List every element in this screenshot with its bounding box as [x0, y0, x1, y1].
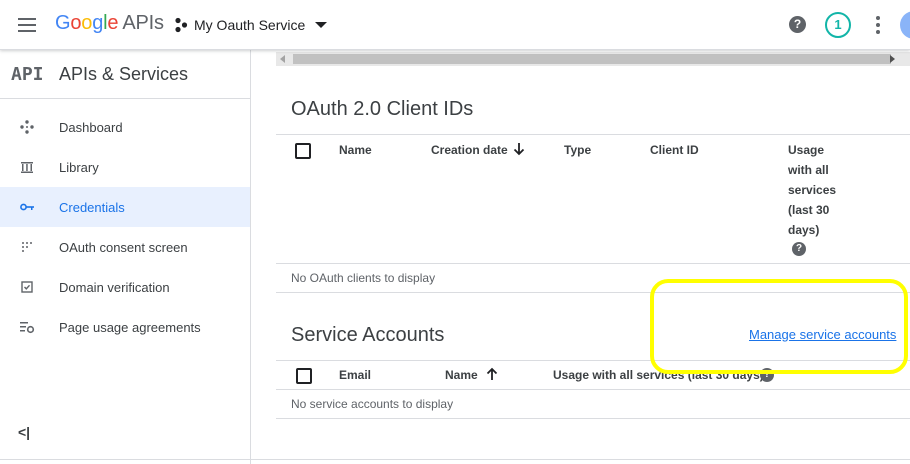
sidebar-nav: Dashboard Library Credentials OAuth cons… [0, 99, 250, 347]
sidebar-item-oauth-consent[interactable]: OAuth consent screen [0, 227, 250, 267]
sidebar: API APIs & Services Dashboard Library Cr… [0, 50, 251, 464]
col-usage-line-5: days) [788, 223, 820, 237]
sidebar-item-dashboard[interactable]: Dashboard [0, 107, 250, 147]
select-all-service-accounts-checkbox[interactable] [296, 368, 312, 384]
col-usage-line-4: (last 30 [788, 203, 830, 217]
settings-list-icon [20, 322, 35, 334]
oauth-empty-text: No OAuth clients to display [291, 271, 436, 285]
domain-check-icon [21, 281, 33, 293]
google-apis-logo[interactable]: Google APIs [55, 12, 164, 35]
sidebar-title: APIs & Services [59, 64, 189, 84]
dashboard-icon [20, 120, 34, 134]
arrow-down-icon[interactable] [513, 142, 525, 156]
service-accounts-empty-text: No service accounts to display [291, 397, 454, 411]
notifications-badge[interactable]: 1 [825, 12, 851, 38]
highlight-annotation [650, 279, 908, 374]
sidebar-header: API APIs & Services [0, 50, 250, 99]
project-name: My Oauth Service [194, 17, 306, 33]
sidebar-item-credentials[interactable]: Credentials [0, 187, 250, 227]
api-logo-icon: API [11, 64, 44, 85]
divider [0, 459, 910, 460]
project-icon [175, 17, 188, 33]
select-all-oauth-checkbox[interactable] [295, 143, 311, 159]
scroll-left-icon[interactable] [280, 55, 285, 63]
col-usage-line-2: with all [788, 163, 829, 177]
help-icon[interactable]: ? [789, 16, 806, 33]
oauth-section-title: OAuth 2.0 Client IDs [291, 98, 474, 120]
col-creation-date[interactable]: Creation date [431, 143, 508, 157]
oauth-table-header: Name Creation date Type Client ID Usage … [276, 134, 910, 264]
top-app-bar: Google APIs My Oauth Service ? 1 [0, 0, 910, 50]
col-email[interactable]: Email [339, 368, 371, 382]
library-icon [21, 162, 33, 173]
col-usage-line-1: Usage [788, 143, 825, 157]
more-vert-icon[interactable] [872, 16, 884, 34]
col-sa-name[interactable]: Name [445, 368, 478, 382]
horizontal-scrollbar[interactable] [276, 52, 910, 66]
key-icon [20, 203, 34, 211]
collapse-sidebar-icon[interactable]: <| [18, 424, 30, 440]
col-usage-line-3: services [788, 183, 837, 197]
col-client-id[interactable]: Client ID [650, 143, 699, 157]
sidebar-item-page-usage[interactable]: Page usage agreements [0, 307, 250, 347]
chevron-down-icon [315, 22, 328, 28]
help-icon[interactable]: ? [792, 242, 806, 256]
consent-icon [22, 242, 32, 252]
scrollbar-thumb[interactable] [293, 54, 891, 64]
service-accounts-empty-row: No service accounts to display [276, 390, 910, 419]
scroll-right-icon[interactable] [890, 55, 895, 63]
menu-icon[interactable] [16, 15, 38, 35]
project-selector[interactable]: My Oauth Service [174, 14, 328, 36]
col-name[interactable]: Name [339, 143, 372, 157]
avatar[interactable] [900, 11, 910, 39]
col-type[interactable]: Type [564, 143, 591, 157]
sidebar-item-library[interactable]: Library [0, 147, 250, 187]
arrow-up-icon[interactable] [486, 367, 498, 381]
service-accounts-title: Service Accounts [291, 324, 445, 346]
sidebar-item-domain-verification[interactable]: Domain verification [0, 267, 250, 307]
